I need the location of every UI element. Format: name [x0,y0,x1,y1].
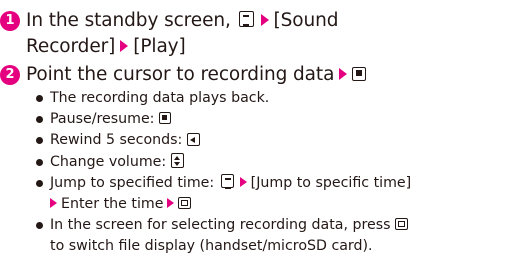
left-key-icon [186,132,200,146]
center-key-icon [158,112,171,125]
center-key-icon [352,66,367,81]
menu-key-icon [220,174,234,190]
bullet-item: Pause/resume: [36,109,411,130]
step-1-text: In the standby screen, [Sound Recorder] [… [26,8,339,60]
step-2-label: Point the cursor to recording data [26,64,335,85]
bullet-item: In the screen for selecting recording da… [36,215,411,257]
arrow-icon [50,198,57,209]
bullet-item: Rewind 5 seconds: [36,130,411,151]
step-2: 2 Point the cursor to recording data [0,62,367,88]
bullet-list: The recording data plays back. Pause/res… [36,88,411,258]
bullet-item: The recording data plays back. [36,88,411,109]
mail-key-icon [395,218,409,231]
arrow-icon [260,13,269,26]
step-1-line-2: Recorder] [26,36,116,57]
arrow-icon [167,198,175,209]
arrow-icon [339,67,348,80]
step-number-2: 2 [0,65,20,85]
step-2-text: Point the cursor to recording data [26,62,367,88]
step-1-play-label: [Play] [133,36,186,57]
step-1: 1 In the standby screen, [Sound Recorder… [0,8,339,60]
mail-key-icon [178,197,192,210]
bullet-item: Jump to specified time: [Jump to specifi… [36,173,411,215]
menu-key-icon [238,11,254,27]
up-down-key-icon [170,153,184,169]
arrow-icon [120,39,129,52]
bullet-item: Change volume: [36,152,411,173]
step-1-menu-label: [Sound [273,10,339,31]
step-number-1: 1 [0,11,20,31]
step-1-prefix: In the standby screen, [26,10,231,31]
arrow-icon [239,176,247,187]
